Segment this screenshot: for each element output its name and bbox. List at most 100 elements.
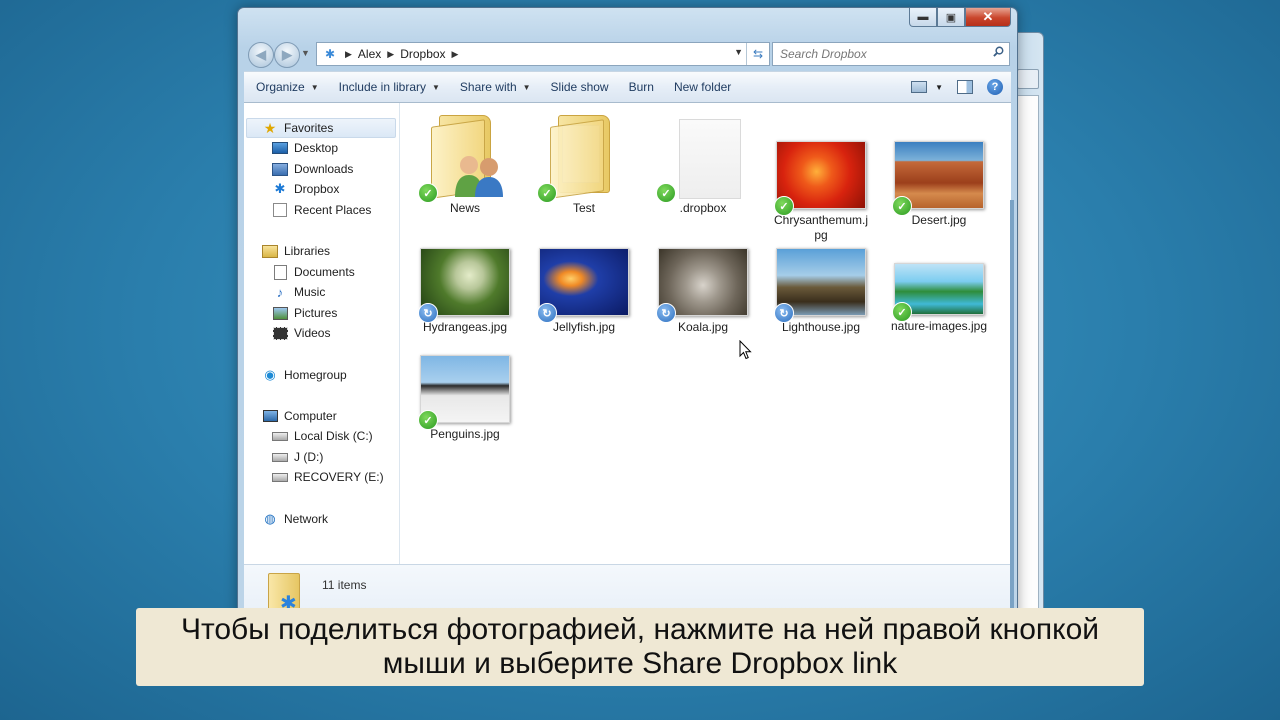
- sidebar-item-dropbox[interactable]: ✱ Dropbox: [272, 179, 340, 199]
- sidebar-item-label: Local Disk (C:): [294, 429, 373, 443]
- back-button[interactable]: ◀: [248, 42, 274, 68]
- burn-button[interactable]: Burn: [619, 72, 664, 102]
- file-item-desert[interactable]: ✓ Desert.jpg: [884, 141, 994, 228]
- sidebar-item-recovery-e[interactable]: RECOVERY (E:): [272, 467, 384, 487]
- file-list: ✓ News ✓ Test ✓ .dropbox ✓ Chrysanthemum…: [400, 103, 1011, 564]
- file-item-nature-images[interactable]: ✓ nature-images.jpg: [884, 263, 994, 334]
- sidebar-item-label: J (D:): [294, 450, 324, 464]
- syncing-arrows-icon: ↻: [774, 303, 794, 323]
- navigation-pane: ★ Favorites Desktop Downloads ✱ Dropbox …: [244, 103, 400, 564]
- sidebar-libraries[interactable]: Libraries: [262, 241, 330, 261]
- sidebar-item-pictures[interactable]: Pictures: [272, 303, 337, 323]
- folder-documents-icon: ✓: [537, 115, 628, 203]
- forward-arrow-icon: ▶: [282, 47, 292, 62]
- sidebar-item-downloads[interactable]: Downloads: [272, 159, 353, 179]
- share-with-menu[interactable]: Share with ▼: [450, 72, 541, 102]
- sidebar-item-documents[interactable]: Documents: [272, 262, 355, 282]
- sidebar-item-label: Dropbox: [294, 182, 340, 196]
- file-item-test[interactable]: ✓ Test: [529, 115, 639, 216]
- recent-pages-dropdown-icon[interactable]: ▼: [301, 48, 310, 58]
- preview-pane-icon[interactable]: [957, 80, 973, 94]
- dropbox-icon: ✱: [274, 181, 286, 196]
- sidebar-favorites-label: Favorites: [284, 121, 334, 135]
- new-folder-button[interactable]: New folder: [664, 72, 741, 102]
- sidebar-item-videos[interactable]: Videos: [272, 323, 330, 343]
- chevron-right-icon[interactable]: ▶: [345, 49, 352, 60]
- sidebar-favorites[interactable]: ★ Favorites: [246, 118, 396, 138]
- pictures-icon: [272, 306, 288, 320]
- sidebar-homegroup[interactable]: ◉ Homegroup: [262, 365, 347, 385]
- file-item-koala[interactable]: ↻ Koala.jpg: [648, 248, 758, 335]
- synced-check-icon: ✓: [774, 196, 794, 216]
- file-item-lighthouse[interactable]: ↻ Lighthouse.jpg: [766, 248, 876, 335]
- chevron-right-icon[interactable]: ▶: [387, 49, 394, 60]
- videos-icon: [272, 326, 288, 340]
- subtitle-line-2: мыши и выберите Share Dropbox link: [382, 647, 898, 680]
- refresh-button[interactable]: ⇆: [746, 43, 769, 65]
- refresh-icon: ⇆: [752, 47, 764, 61]
- include-in-library-label: Include in library: [338, 80, 426, 94]
- content-area: ★ Favorites Desktop Downloads ✱ Dropbox …: [244, 103, 1011, 564]
- back-arrow-icon: ◀: [256, 47, 266, 62]
- koala-thumbnail: ↻: [656, 248, 748, 323]
- background-window-button: [1017, 69, 1039, 89]
- sidebar-item-desktop[interactable]: Desktop: [272, 138, 338, 158]
- folder-people-icon: ✓: [418, 115, 509, 203]
- sidebar-item-local-disk-c[interactable]: Local Disk (C:): [272, 426, 373, 446]
- sidebar-item-label: Music: [294, 285, 326, 299]
- desert-thumbnail: ✓: [892, 141, 984, 216]
- music-icon: ♪: [276, 284, 284, 300]
- dropdown-arrow-icon: ▼: [935, 82, 943, 92]
- file-item-jellyfish[interactable]: ↻ Jellyfish.jpg: [529, 248, 639, 335]
- maximize-icon: ▣: [945, 11, 957, 24]
- sidebar-libraries-label: Libraries: [284, 244, 331, 258]
- file-item-hydrangeas[interactable]: ↻ Hydrangeas.jpg: [410, 248, 520, 335]
- forward-button[interactable]: ▶: [274, 42, 300, 68]
- slide-show-button[interactable]: Slide show: [541, 72, 619, 102]
- hard-drive-icon: [272, 470, 288, 484]
- toolbar-right-controls: ▼ ?: [911, 72, 1003, 102]
- file-item-penguins[interactable]: ✓ Penguins.jpg: [410, 355, 520, 442]
- dropdown-arrow-icon: ▼: [310, 82, 319, 92]
- dropbox-folder-icon: ✱: [264, 571, 304, 615]
- help-icon[interactable]: ?: [987, 79, 1003, 95]
- change-view-icon: [911, 81, 928, 93]
- hard-drive-icon: [272, 429, 288, 443]
- lighthouse-thumbnail: ↻: [774, 248, 866, 323]
- file-item-chrysanthemum[interactable]: ✓ Chrysanthemum.jpg: [766, 141, 876, 243]
- slide-show-label: Slide show: [550, 80, 609, 94]
- synced-check-icon: ✓: [537, 183, 557, 203]
- sidebar-item-label: Pictures: [294, 306, 338, 320]
- sidebar-homegroup-label: Homegroup: [284, 368, 347, 382]
- sidebar-item-drive-d[interactable]: J (D:): [272, 447, 323, 467]
- navigation-bar: ◀ ▶ ▼ ✱ ▶ Alex ▶ Dropbox ▶ ▼ ⇆ Search Dr…: [246, 41, 1010, 68]
- sidebar-computer[interactable]: Computer: [262, 406, 337, 426]
- include-in-library-menu[interactable]: Include in library ▼: [329, 72, 450, 102]
- nature-images-thumbnail: ✓: [892, 263, 984, 322]
- sidebar-network[interactable]: ◍ Network: [262, 509, 328, 529]
- maximize-button[interactable]: ▣: [937, 8, 965, 27]
- breadcrumb-dropbox[interactable]: Dropbox: [400, 47, 445, 61]
- organize-menu[interactable]: Organize ▼: [244, 72, 329, 102]
- syncing-arrows-icon: ↻: [418, 303, 438, 323]
- sidebar-item-music[interactable]: ♪ Music: [272, 282, 326, 302]
- jellyfish-thumbnail: ↻: [537, 248, 629, 323]
- sidebar-item-label: Downloads: [294, 162, 354, 176]
- desktop-icon: [272, 141, 288, 155]
- close-button[interactable]: ✕: [965, 8, 1011, 27]
- sidebar-item-recent-places[interactable]: Recent Places: [272, 200, 371, 220]
- address-history-dropdown-icon[interactable]: ▼: [734, 47, 743, 57]
- breadcrumb-alex[interactable]: Alex: [358, 47, 381, 61]
- search-box[interactable]: Search Dropbox: [772, 42, 1010, 66]
- window-edge-strip: [1010, 200, 1014, 620]
- chevron-right-icon[interactable]: ▶: [452, 49, 459, 60]
- libraries-icon: [262, 244, 278, 258]
- search-icon[interactable]: [993, 46, 1004, 57]
- star-icon: ★: [263, 119, 277, 136]
- search-input[interactable]: Search Dropbox: [773, 47, 867, 61]
- address-bar[interactable]: ✱ ▶ Alex ▶ Dropbox ▶ ▼ ⇆: [316, 42, 770, 66]
- file-item-news[interactable]: ✓ News: [410, 115, 520, 216]
- file-item-dropbox-file[interactable]: ✓ .dropbox: [648, 115, 758, 216]
- minimize-button[interactable]: ▬: [909, 8, 937, 27]
- change-view-button[interactable]: ▼: [911, 81, 943, 93]
